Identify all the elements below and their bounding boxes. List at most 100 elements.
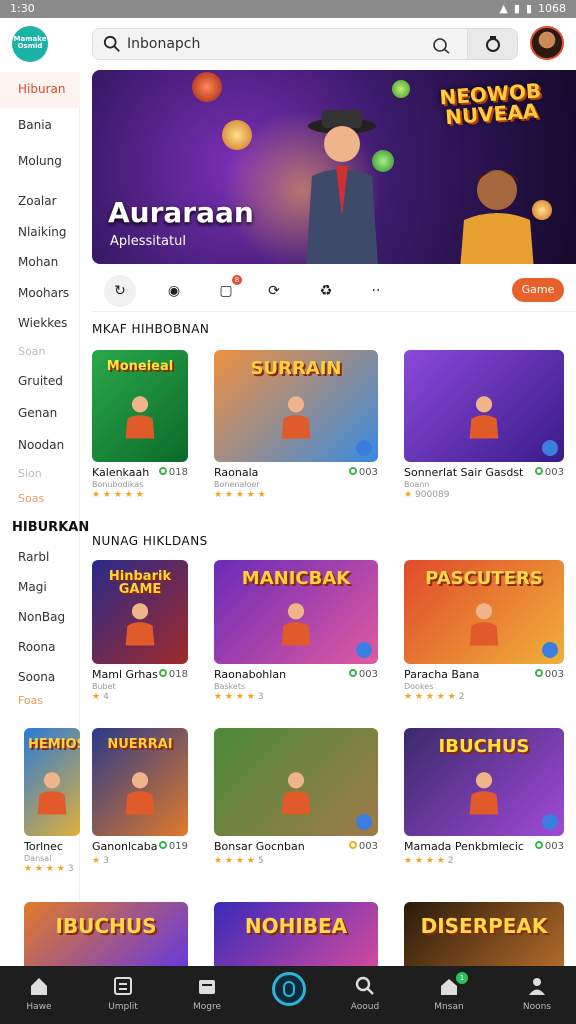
score-value: 003 bbox=[544, 841, 564, 852]
sidebar-item[interactable]: Magi bbox=[18, 580, 47, 594]
game-card[interactable]: SURRAIN Raonala 003 Bonenaloer ★ ★ ★ ★ ★ bbox=[214, 350, 378, 506]
sidebar-item[interactable]: Moohars bbox=[18, 286, 69, 300]
sidebar-item[interactable]: Soan bbox=[18, 345, 45, 358]
character-icon bbox=[125, 602, 155, 646]
game-thumbnail[interactable]: PASCUTERS bbox=[404, 560, 564, 664]
game-score: 019 bbox=[158, 841, 188, 852]
game-thumbnail[interactable]: NOHIBEA bbox=[214, 902, 378, 966]
battery-level: 1068 bbox=[538, 2, 566, 15]
more-icon[interactable]: ·· bbox=[360, 275, 392, 307]
game-thumbnail[interactable]: NUERRAI bbox=[92, 728, 188, 836]
game-card[interactable]: Moneieal Kalenkaah 018 Bonubodikas ★ ★ ★ ★ ★ bbox=[92, 350, 188, 506]
game-name[interactable]: Raonabohlan bbox=[214, 668, 286, 681]
game-name[interactable]: Bonsar Gocnban bbox=[214, 840, 305, 853]
sidebar-item[interactable]: Rarbl bbox=[18, 550, 49, 564]
game-card[interactable]: NUERRAI Ganonlcaba 019 ★ 3 bbox=[92, 728, 188, 880]
game-name[interactable]: Raonala bbox=[214, 466, 258, 479]
square-icon[interactable]: ▢ 8 bbox=[210, 275, 242, 307]
sidebar-item[interactable]: NonBag bbox=[18, 610, 65, 624]
game-logo-art: SURRAIN bbox=[250, 358, 342, 379]
star-icons: ★ ★ ★ ★ ★ bbox=[404, 692, 456, 702]
game-thumbnail[interactable]: SURRAIN bbox=[214, 350, 378, 462]
game-card[interactable]: HEMIOS TorlnecDansal★ ★ ★ ★3 bbox=[24, 728, 80, 880]
app-logo[interactable]: Mamake Osmid bbox=[12, 26, 48, 62]
sidebar-item[interactable]: Soona bbox=[18, 670, 55, 684]
banner-logo-art: NEOWOB NUVEAA bbox=[438, 78, 542, 130]
search-input[interactable] bbox=[127, 33, 417, 55]
hero-banner[interactable]: NEOWOB NUVEAA Auraraan Aplessitatul bbox=[92, 70, 576, 264]
game-thumbnail[interactable]: Hinbarik GAME bbox=[92, 560, 188, 664]
sidebar-item[interactable]: Molung bbox=[18, 154, 62, 168]
game-name[interactable]: Kalenkaah bbox=[92, 466, 149, 479]
camera-search-button[interactable] bbox=[467, 29, 517, 59]
game-card[interactable]: Bonsar Gocnban 003 ★ ★ ★ ★ 5 bbox=[214, 728, 378, 880]
game-name[interactable]: Paracha Bana bbox=[404, 668, 479, 681]
game-thumbnail[interactable] bbox=[404, 350, 564, 462]
game-name[interactable]: Ganonlcaba bbox=[92, 840, 158, 853]
sidebar-item[interactable]: Wiekkes bbox=[18, 316, 67, 330]
game-thumbnail[interactable]: HEMIOS bbox=[24, 728, 80, 836]
game-thumbnail[interactable] bbox=[214, 728, 378, 836]
sidebar-item[interactable]: Hiburan bbox=[18, 82, 65, 96]
avatar[interactable] bbox=[530, 26, 564, 60]
rating-stars: ★ ★ ★ ★ ★ bbox=[92, 490, 144, 500]
search-bar[interactable] bbox=[92, 28, 518, 60]
wifi-icon: ▲ bbox=[499, 2, 508, 15]
sidebar-item[interactable]: Zoalar bbox=[18, 194, 57, 208]
game-badge-icon bbox=[542, 440, 558, 456]
nav-gift[interactable]: 1 Mnsan bbox=[414, 966, 484, 1024]
sidebar-item[interactable]: Noodan bbox=[18, 438, 64, 452]
nav-home[interactable]: Hawe bbox=[4, 966, 74, 1024]
game-thumbnail[interactable]: DISERPEAK bbox=[404, 902, 564, 966]
sidebar-item[interactable]: Sion bbox=[18, 467, 42, 480]
game-score: 018 bbox=[158, 467, 188, 478]
notification-badge: 8 bbox=[232, 275, 242, 285]
sidebar-item[interactable]: Nlaiking bbox=[18, 225, 67, 239]
game-badge-icon bbox=[542, 814, 558, 830]
game-card[interactable]: IBUCHUS Mamada Penkbmlecic 003 ★ ★ ★ ★ 2 bbox=[404, 728, 564, 880]
game-thumbnail[interactable]: Moneieal bbox=[92, 350, 188, 462]
game-card[interactable]: MANICBAK Raonabohlan 003 Baskets ★ ★ ★ ★ 3 bbox=[214, 560, 378, 708]
lens-icon[interactable] bbox=[431, 35, 451, 55]
game-name[interactable]: Maml Grhas bbox=[92, 668, 158, 681]
game-score: 003 bbox=[348, 669, 378, 680]
score-value: 003 bbox=[358, 669, 378, 680]
sidebar-item[interactable]: Roona bbox=[18, 640, 55, 654]
game-name[interactable]: Torlnec bbox=[24, 840, 63, 853]
nav-profile[interactable]: Noons bbox=[502, 966, 572, 1024]
game-card[interactable]: Sonnerlat Sair Gasdst 003 Boann ★ 900089 bbox=[404, 350, 564, 506]
recycle-icon[interactable]: ♻ bbox=[310, 275, 342, 307]
sidebar-item[interactable]: Foas bbox=[18, 694, 43, 707]
nav-list[interactable]: Umplit bbox=[88, 966, 158, 1024]
rating-count: 2 bbox=[447, 856, 454, 866]
game-thumbnail[interactable]: IBUCHUS bbox=[24, 902, 188, 966]
sidebar-item[interactable]: Gruited bbox=[18, 374, 63, 388]
nav-search[interactable]: Aooud bbox=[330, 966, 400, 1024]
game-button[interactable]: Game bbox=[512, 278, 564, 302]
sidebar-item: HIBURKAN bbox=[12, 520, 90, 535]
game-card[interactable]: Hinbarik GAME Maml Grhas 018 Bubet ★ 4 bbox=[92, 560, 188, 708]
sidebar-item[interactable]: Bania bbox=[18, 118, 52, 132]
banner-orb bbox=[392, 80, 410, 98]
star-icons: ★ ★ ★ ★ bbox=[214, 692, 255, 702]
globe-icon[interactable]: ◉ bbox=[158, 275, 190, 307]
rating-stars: ★ ★ ★ ★ 5 bbox=[214, 856, 264, 866]
score-ring-icon bbox=[534, 841, 543, 849]
score-ring-icon bbox=[534, 467, 543, 475]
sidebar-item[interactable]: Genan bbox=[18, 406, 57, 420]
refresh-icon[interactable]: ↻ bbox=[104, 275, 136, 307]
game-thumbnail[interactable]: IBUCHUS bbox=[404, 728, 564, 836]
game-name[interactable]: Sonnerlat Sair Gasdst bbox=[404, 466, 523, 479]
loop-icon[interactable]: ⟳ bbox=[258, 275, 290, 307]
score-value: 003 bbox=[544, 669, 564, 680]
banner-character-icon bbox=[306, 110, 378, 264]
game-name[interactable]: Mamada Penkbmlecic bbox=[404, 840, 524, 853]
stack-icon bbox=[199, 980, 215, 994]
game-score: 003 bbox=[348, 467, 378, 478]
sidebar-item[interactable]: Mohan bbox=[18, 255, 58, 269]
play-center-button[interactable] bbox=[272, 972, 306, 1006]
game-card[interactable]: PASCUTERS Paracha Bana 003 Dookes ★ ★ ★ ★ ★ 2 bbox=[404, 560, 564, 708]
nav-stack[interactable]: Mogre bbox=[172, 966, 242, 1024]
game-thumbnail[interactable]: MANICBAK bbox=[214, 560, 378, 664]
sidebar-item[interactable]: Soas bbox=[18, 492, 44, 505]
